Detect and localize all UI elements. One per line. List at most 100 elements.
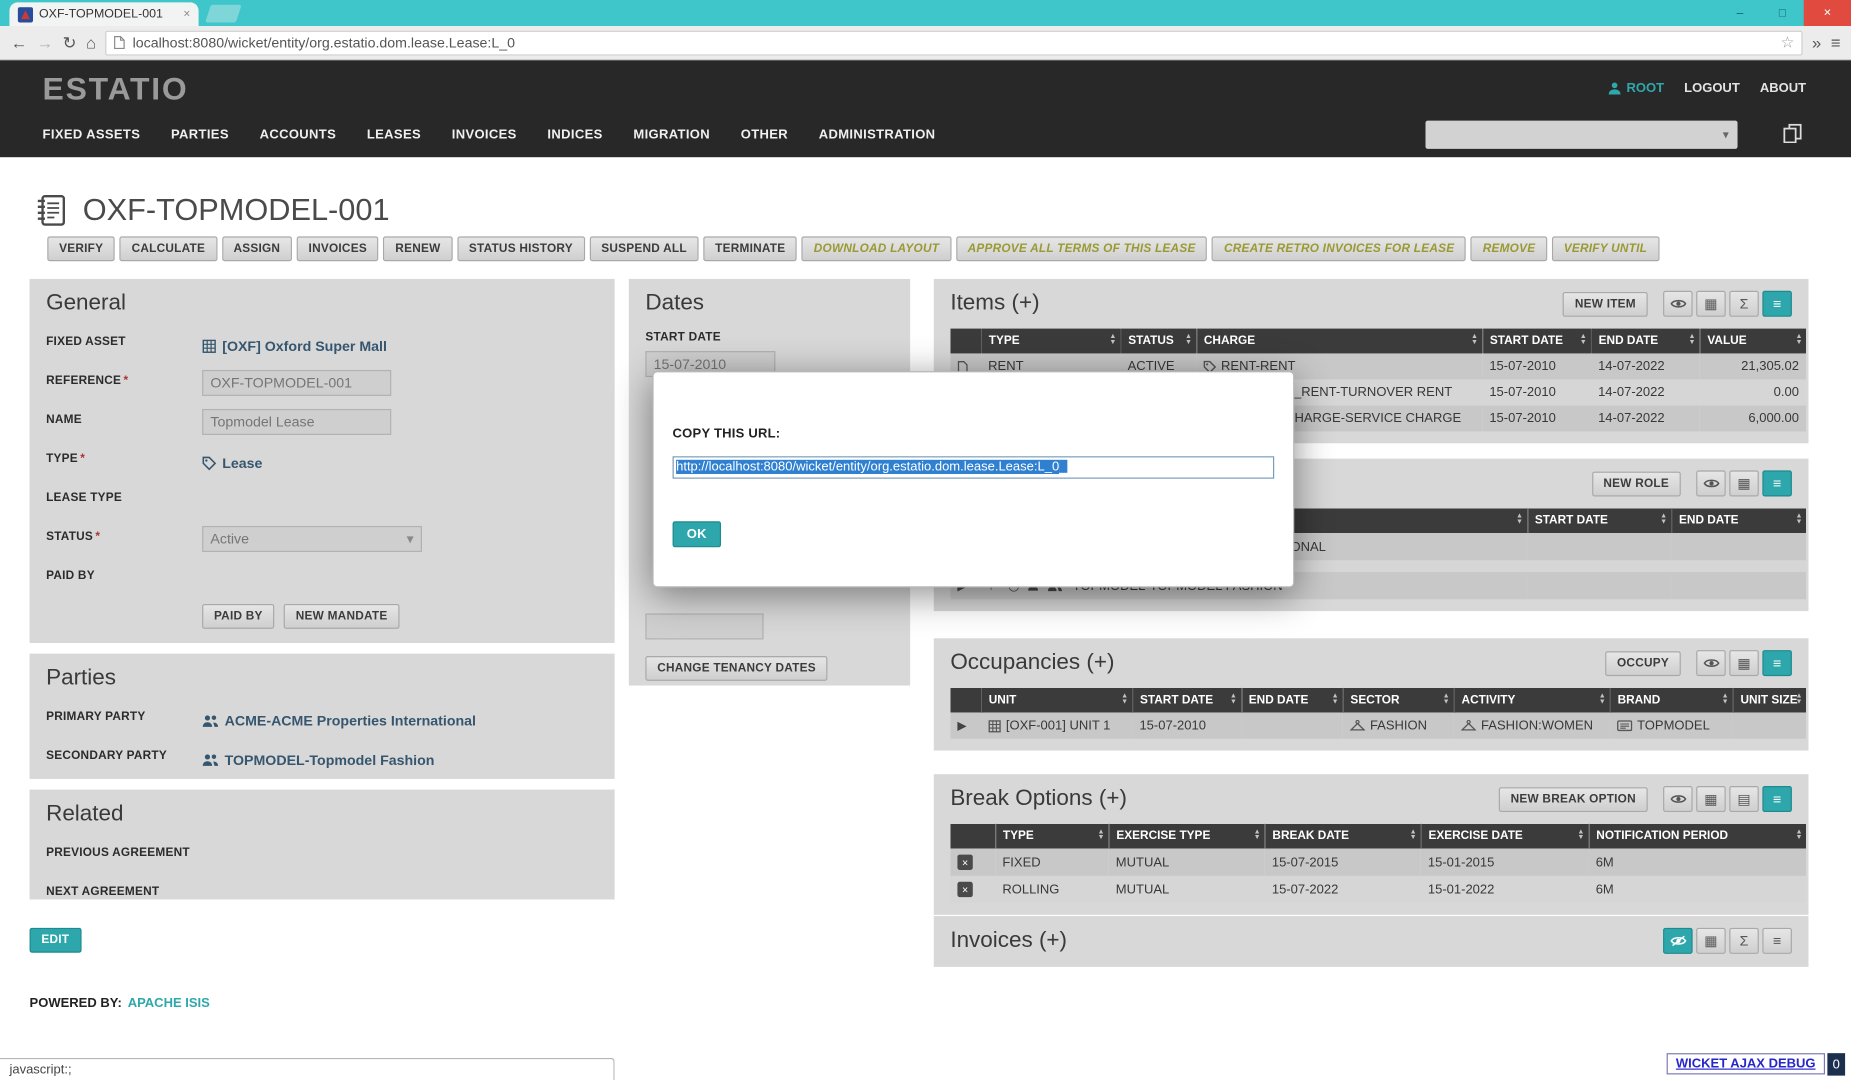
overflow-chevrons-icon[interactable]: » — [1812, 34, 1821, 51]
nav-item-parties[interactable]: PARTIES — [171, 128, 229, 142]
occupy-button[interactable]: OCCUPY — [1605, 651, 1681, 676]
user-menu[interactable]: ROOT — [1608, 82, 1664, 96]
nav-item-fixed-assets[interactable]: FIXED ASSETS — [43, 128, 141, 142]
action-renew[interactable]: RENEW — [383, 236, 452, 261]
bookmark-star-icon[interactable]: ☆ — [1781, 33, 1795, 52]
column-header-start-date[interactable]: START DATE — [1482, 329, 1591, 354]
status-select[interactable]: Active ▾ — [202, 526, 422, 552]
secondary-party-link[interactable]: TOPMODEL-Topmodel Fashion — [202, 745, 434, 771]
sort-icon[interactable] — [1185, 335, 1192, 347]
invoices-excel-icon[interactable]: ▦ — [1696, 928, 1726, 954]
sort-icon[interactable] — [1599, 694, 1606, 706]
new-mandate-button[interactable]: NEW MANDATE — [284, 604, 399, 629]
sort-icon[interactable] — [1230, 694, 1237, 706]
app-logo[interactable]: ESTATIO — [43, 71, 189, 108]
window-maximize-button[interactable]: □ — [1761, 0, 1804, 26]
action-verify-until[interactable]: VERIFY UNTIL — [1552, 236, 1659, 261]
apache-isis-link[interactable]: APACHE ISIS — [128, 996, 210, 1010]
column-header-unit-size[interactable]: UNIT SIZE — [1733, 688, 1806, 713]
column-header-break-date[interactable]: BREAK DATE — [1265, 824, 1421, 849]
roles-excel-icon[interactable]: ▦ — [1729, 470, 1759, 496]
column-header-end-date[interactable]: END DATE — [1591, 329, 1700, 354]
column-header-status[interactable]: STATUS — [1121, 329, 1197, 354]
items-eye-icon[interactable] — [1663, 291, 1693, 317]
roles-list-icon[interactable]: ≡ — [1762, 470, 1792, 496]
action-status-history[interactable]: STATUS HISTORY — [457, 236, 585, 261]
sort-icon[interactable] — [1121, 694, 1128, 706]
column-header-value[interactable]: VALUE — [1700, 329, 1806, 354]
action-download-layout[interactable]: DOWNLOAD LAYOUT — [802, 236, 951, 261]
sort-icon[interactable] — [1796, 514, 1803, 526]
column-header-start-date[interactable]: START DATE — [1132, 688, 1241, 713]
action-remove[interactable]: REMOVE — [1471, 236, 1547, 261]
remove-box-icon[interactable]: × — [957, 855, 972, 870]
nav-item-accounts[interactable]: ACCOUNTS — [260, 128, 337, 142]
address-bar[interactable]: localhost:8080/wicket/entity/org.estatio… — [105, 30, 1802, 55]
back-button[interactable]: ← — [11, 34, 28, 51]
items-excel-icon[interactable]: ▦ — [1696, 291, 1726, 317]
action-approve-all-terms[interactable]: APPROVE ALL TERMS OF THIS LEASE — [956, 236, 1208, 261]
nav-item-indices[interactable]: INDICES — [547, 128, 602, 142]
roles-eye-icon[interactable] — [1696, 470, 1726, 496]
window-close-button[interactable]: × — [1804, 0, 1851, 26]
column-header-end-date[interactable]: END DATE — [1241, 688, 1343, 713]
primary-party-link[interactable]: ACME-ACME Properties International — [202, 706, 476, 732]
sort-icon[interactable] — [1722, 694, 1729, 706]
action-create-retro-invoices[interactable]: CREATE RETRO INVOICES FOR LEASE — [1212, 236, 1466, 261]
action-assign[interactable]: ASSIGN — [222, 236, 292, 261]
invoices-list-icon[interactable]: ≡ — [1762, 928, 1792, 954]
forward-button[interactable]: → — [37, 34, 54, 51]
search-input[interactable] — [1425, 121, 1713, 149]
column-header-end-date[interactable]: END DATE — [1671, 508, 1806, 533]
name-field[interactable] — [202, 409, 391, 435]
sort-icon[interactable] — [1660, 514, 1667, 526]
action-terminate[interactable]: TERMINATE — [703, 236, 797, 261]
break-calendar-icon[interactable]: ▤ — [1729, 786, 1759, 812]
tab-close-icon[interactable]: × — [183, 8, 190, 21]
column-header-brand[interactable]: BRAND — [1610, 688, 1733, 713]
sort-icon[interactable] — [1109, 335, 1116, 347]
sort-icon[interactable] — [1516, 514, 1523, 526]
break-excel-icon[interactable]: ▦ — [1696, 786, 1726, 812]
new-role-button[interactable]: NEW ROLE — [1592, 471, 1681, 496]
action-calculate[interactable]: CALCULATE — [120, 236, 217, 261]
column-header-exercise-type[interactable]: EXERCISE TYPE — [1109, 824, 1265, 849]
browser-tab[interactable]: OXF-TOPMODEL-001 × — [9, 2, 198, 26]
user-name[interactable]: ROOT — [1626, 82, 1664, 96]
column-header-start-date[interactable]: START DATE — [1527, 508, 1671, 533]
table-row[interactable]: × ROLLING MUTUAL 15-07-2022 15-01-2022 6… — [950, 876, 1806, 903]
break-list-icon[interactable]: ≡ — [1762, 786, 1792, 812]
column-header-charge[interactable]: CHARGE — [1196, 329, 1482, 354]
home-button[interactable]: ⌂ — [86, 34, 96, 51]
sort-icon[interactable] — [1796, 830, 1803, 842]
nav-item-migration[interactable]: MIGRATION — [633, 128, 710, 142]
browser-menu-icon[interactable]: ≡ — [1831, 34, 1841, 51]
break-eye-icon[interactable] — [1663, 786, 1693, 812]
sort-icon[interactable] — [1098, 830, 1105, 842]
paid-by-button[interactable]: PAID BY — [202, 604, 274, 629]
sort-icon[interactable] — [1332, 694, 1339, 706]
occupancies-excel-icon[interactable]: ▦ — [1729, 650, 1759, 676]
fixed-asset-link[interactable]: [OXF] Oxford Super Mall — [202, 331, 387, 357]
reference-field[interactable] — [202, 370, 391, 396]
nav-item-administration[interactable]: ADMINISTRATION — [819, 128, 936, 142]
remove-box-icon[interactable]: × — [957, 882, 972, 897]
sort-icon[interactable] — [1796, 694, 1803, 706]
occupancies-list-icon[interactable]: ≡ — [1762, 650, 1792, 676]
sort-icon[interactable] — [1580, 335, 1587, 347]
copy-pages-icon[interactable] — [1782, 123, 1802, 143]
sort-icon[interactable] — [1577, 830, 1584, 842]
invoices-sigma-icon[interactable]: Σ — [1729, 928, 1759, 954]
new-item-button[interactable]: NEW ITEM — [1563, 291, 1648, 316]
items-list-icon[interactable]: ≡ — [1762, 291, 1792, 317]
new-break-option-button[interactable]: NEW BREAK OPTION — [1499, 787, 1648, 812]
wicket-ajax-debug-link[interactable]: WICKET AJAX DEBUG — [1666, 1053, 1825, 1074]
sort-icon[interactable] — [1689, 335, 1696, 347]
search-caret-icon[interactable]: ▾ — [1714, 128, 1738, 141]
invoices-eye-icon[interactable] — [1663, 928, 1693, 954]
table-row[interactable]: × FIXED MUTUAL 15-07-2015 15-01-2015 6M — [950, 849, 1806, 876]
column-header-activity[interactable]: ACTIVITY — [1454, 688, 1610, 713]
column-header-type[interactable]: TYPE — [981, 329, 1120, 354]
tenancy-date-field[interactable] — [645, 613, 763, 639]
sort-icon[interactable] — [1796, 335, 1803, 347]
